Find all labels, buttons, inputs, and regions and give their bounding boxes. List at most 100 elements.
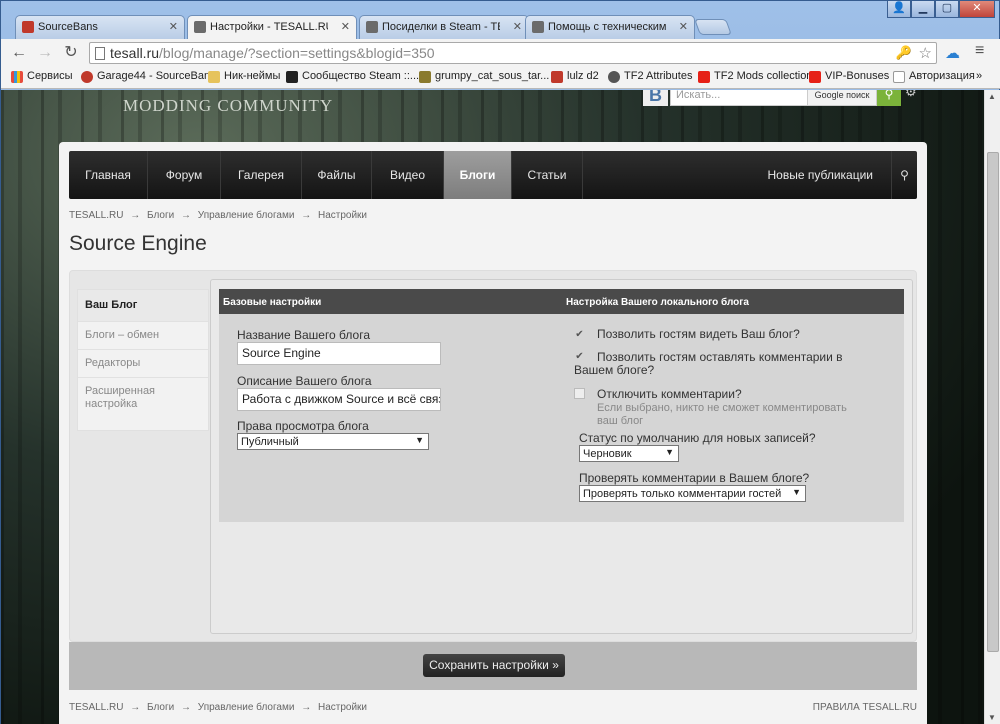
- crumb-arrow-icon: →: [181, 702, 192, 713]
- sidebar-item-your-blog[interactable]: Ваш Блог: [78, 290, 208, 322]
- browser-toolbar: ← → ↻ tesall.ru/blog/manage/?section=set…: [1, 39, 1000, 67]
- nav-new-posts[interactable]: Новые публикации: [768, 151, 874, 199]
- close-tab-icon[interactable]: ✕: [341, 20, 350, 33]
- location-pin-icon[interactable]: ⚲: [891, 151, 917, 199]
- nav-gallery[interactable]: Галерея: [221, 151, 302, 199]
- nav-forum[interactable]: Форум: [148, 151, 221, 199]
- crumb-home[interactable]: TESALL.RU: [69, 210, 123, 221]
- disable-comments-checkbox[interactable]: [574, 388, 585, 399]
- page-icon: [95, 47, 105, 60]
- disable-comments-hint: Если выбрано, никто не сможет комментиро…: [597, 402, 847, 427]
- page-title: Source Engine: [69, 232, 207, 255]
- crumb-arrow-icon: →: [181, 210, 192, 221]
- bookmark-garage44[interactable]: Garage44 - SourceBans: [81, 70, 216, 86]
- sidebar-item-exchange[interactable]: Блоги – обмен: [78, 322, 208, 350]
- minimize-button[interactable]: ▁: [911, 1, 935, 18]
- crumb-home[interactable]: TESALL.RU: [69, 702, 123, 713]
- tab-steam[interactable]: Посиделки в Steam - TESALL ✕: [359, 15, 529, 39]
- blog-desc-input[interactable]: Работа с движком Source и всё связ: [237, 388, 441, 411]
- blog-name-input[interactable]: Source Engine: [237, 342, 441, 365]
- tf2-icon: [608, 71, 620, 83]
- save-settings-button[interactable]: Сохранить настройки »: [423, 654, 565, 677]
- more-bookmarks-button[interactable]: »: [976, 70, 982, 86]
- settings-panel: Базовые настройки Настройка Вашего локал…: [210, 279, 913, 634]
- bookmark-tf2-mods[interactable]: TF2 Mods collection: [698, 70, 812, 86]
- nav-home[interactable]: Главная: [69, 151, 148, 199]
- key-icon[interactable]: 🔑: [896, 45, 912, 61]
- close-tab-icon[interactable]: ✕: [513, 20, 522, 33]
- bookmark-vip-bonuses[interactable]: VIP-Bonuses: [809, 70, 889, 86]
- default-status-select[interactable]: Черновик ▼: [579, 445, 679, 462]
- crumb-blogs[interactable]: Блоги: [147, 702, 174, 713]
- main-nav: Главная Форум Галерея Файлы Видео Блоги …: [69, 151, 917, 199]
- close-window-button[interactable]: ✕: [959, 1, 995, 18]
- search-icon[interactable]: ⚲: [877, 90, 901, 106]
- form-footer: Сохранить настройки »: [69, 642, 917, 690]
- new-tab-button[interactable]: [694, 19, 732, 35]
- bookmark-auth[interactable]: Авторизация: [893, 70, 975, 86]
- rules-link[interactable]: ПРАВИЛА TESALL.RU: [813, 702, 917, 713]
- forward-button[interactable]: →: [35, 43, 55, 63]
- panel-header: Базовые настройки Настройка Вашего локал…: [219, 289, 904, 314]
- tab-settings[interactable]: Настройки - TESALL.RU ✕: [187, 15, 357, 40]
- maximize-button[interactable]: ▢: [935, 1, 959, 18]
- sourcebans-favicon-icon: [22, 21, 34, 33]
- check-comments-select[interactable]: Проверять только комментарии гостей ▼: [579, 485, 806, 502]
- vertical-scrollbar[interactable]: ▲ ▼: [984, 90, 1000, 724]
- crumb-arrow-icon: →: [130, 210, 141, 221]
- crumb-blogs[interactable]: Блоги: [147, 210, 174, 221]
- nav-video[interactable]: Видео: [372, 151, 444, 199]
- scroll-down-icon[interactable]: ▼: [988, 713, 996, 722]
- footer-breadcrumb: TESALL.RU → Блоги → Управление блогами →…: [69, 702, 371, 713]
- dropdown-arrow-icon: ▼: [415, 435, 424, 445]
- garage-icon: [81, 71, 93, 83]
- site-search-input[interactable]: Искать...: [670, 90, 808, 106]
- extension-icon[interactable]: ☁: [945, 44, 963, 62]
- tab-sourcebans[interactable]: SourceBans ✕: [15, 15, 185, 39]
- vk-icon[interactable]: B: [643, 90, 668, 106]
- bookmark-services[interactable]: Сервисы: [11, 70, 73, 86]
- scroll-up-icon[interactable]: ▲: [988, 92, 996, 101]
- folder-icon: [208, 71, 220, 83]
- crumb-manage[interactable]: Управление блогами: [198, 702, 295, 713]
- site-logo[interactable]: MODDING COMMUNITY: [123, 96, 333, 116]
- settings-area: Ваш Блог Блоги – обмен Редакторы Расшире…: [69, 270, 917, 642]
- bookmark-steam[interactable]: Сообщество Steam ::...: [286, 70, 419, 86]
- page-viewport: MODDING COMMUNITY B Искать... Google пои…: [1, 90, 984, 724]
- nav-blogs[interactable]: Блоги: [444, 151, 512, 199]
- youtube-icon: [809, 71, 821, 83]
- crumb-manage[interactable]: Управление блогами: [198, 210, 295, 221]
- guests-comment-label: Позволить гостям оставлять комментарии в…: [574, 350, 843, 377]
- address-bar[interactable]: tesall.ru/blog/manage/?section=settings&…: [89, 42, 937, 64]
- crumb-settings[interactable]: Настройки: [318, 210, 367, 221]
- disable-comments-label: Отключить комментарии?: [597, 387, 742, 401]
- url-text[interactable]: tesall.ru/blog/manage/?section=settings&…: [110, 45, 435, 61]
- bookmark-grumpy-cat[interactable]: grumpy_cat_sous_tar...: [419, 70, 549, 86]
- reload-button[interactable]: ↻: [61, 43, 81, 63]
- bookmark-lulz[interactable]: lulz d2: [551, 70, 599, 86]
- view-rights-select[interactable]: Публичный ▼: [237, 433, 429, 450]
- dropdown-arrow-icon: ▼: [665, 447, 674, 457]
- sidebar-item-editors[interactable]: Редакторы: [78, 350, 208, 378]
- image-icon: [419, 71, 431, 83]
- close-tab-icon[interactable]: ✕: [679, 20, 688, 33]
- scrollbar-thumb[interactable]: [987, 152, 999, 652]
- sidebar-item-advanced[interactable]: Расширенная настройка: [78, 378, 208, 418]
- crumb-settings[interactable]: Настройки: [318, 702, 367, 713]
- crumb-arrow-icon: →: [301, 702, 312, 713]
- crumb-arrow-icon: →: [301, 210, 312, 221]
- bookmark-nicknames[interactable]: Ник-неймы: [208, 70, 280, 86]
- bookmark-star-icon[interactable]: ☆: [919, 44, 932, 62]
- gear-icon[interactable]: ⚙: [905, 90, 917, 100]
- google-search-toggle[interactable]: Google поиск: [807, 90, 877, 106]
- back-button[interactable]: ←: [9, 43, 29, 63]
- nav-articles[interactable]: Статьи: [512, 151, 583, 199]
- bookmark-tf2-attributes[interactable]: TF2 Attributes: [608, 70, 692, 86]
- user-icon[interactable]: 👤: [887, 1, 911, 18]
- menu-icon[interactable]: ≡: [975, 42, 984, 60]
- close-tab-icon[interactable]: ✕: [169, 20, 178, 33]
- tab-help[interactable]: Помощь с техническими пр ✕: [525, 15, 695, 39]
- blog-name-label: Название Вашего блога: [237, 328, 370, 342]
- nav-files[interactable]: Файлы: [302, 151, 372, 199]
- guests-view-checkbox[interactable]: ✔: [574, 329, 585, 340]
